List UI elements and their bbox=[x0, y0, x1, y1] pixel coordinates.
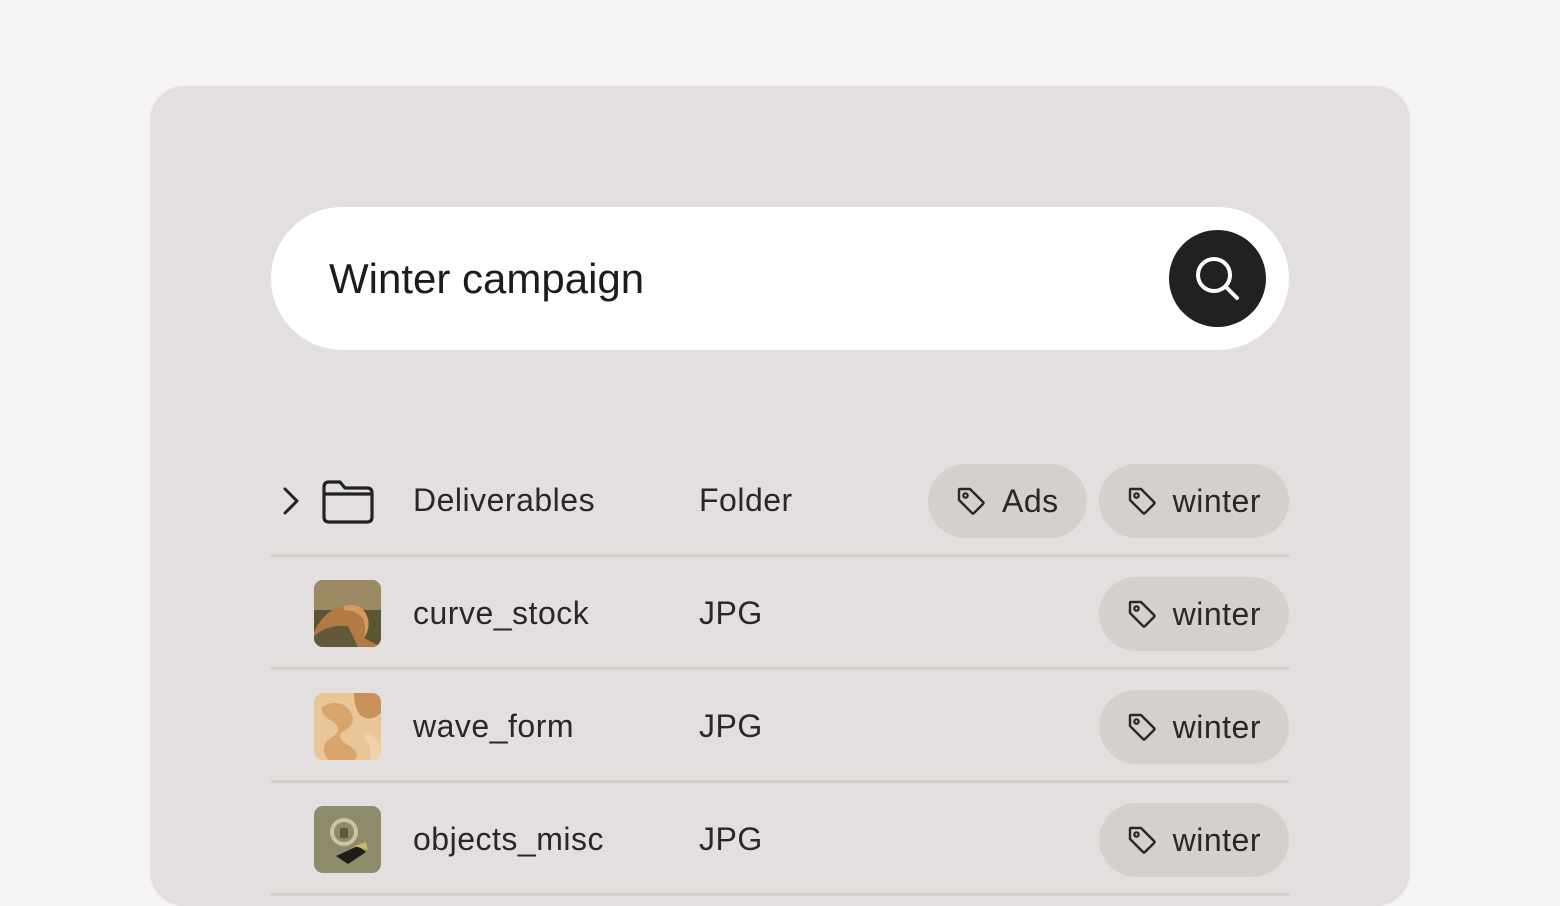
tag-icon bbox=[1128, 826, 1156, 854]
list-item[interactable]: objects_misc JPG winter bbox=[271, 783, 1289, 896]
search-panel: Deliverables Folder Ads winter bbox=[150, 86, 1410, 906]
image-thumbnail bbox=[314, 806, 381, 873]
item-tags: winter bbox=[1098, 690, 1289, 764]
search-icon bbox=[1195, 256, 1239, 300]
item-type: Folder bbox=[699, 482, 793, 518]
chevron-right-icon[interactable] bbox=[279, 486, 303, 516]
image-thumbnail bbox=[314, 693, 381, 760]
item-name: wave_form bbox=[413, 708, 574, 744]
item-type: JPG bbox=[699, 821, 763, 857]
tag-icon bbox=[1128, 487, 1156, 515]
tag-icon bbox=[957, 487, 985, 515]
folder-icon bbox=[322, 480, 374, 524]
tag-chip[interactable]: winter bbox=[1098, 464, 1289, 538]
search-bar bbox=[271, 207, 1289, 350]
tag-label: winter bbox=[1172, 595, 1261, 632]
tag-icon bbox=[1128, 713, 1156, 741]
tag-label: winter bbox=[1172, 708, 1261, 745]
list-item[interactable]: Deliverables Folder Ads winter bbox=[271, 444, 1289, 557]
list-item[interactable]: wave_form JPG winter bbox=[271, 670, 1289, 783]
tag-label: winter bbox=[1172, 821, 1261, 858]
item-tags: winter bbox=[1098, 803, 1289, 877]
tag-chip[interactable]: Ads bbox=[928, 464, 1087, 538]
results-list: Deliverables Folder Ads winter curve_sto… bbox=[271, 444, 1289, 896]
item-type: JPG bbox=[699, 708, 763, 744]
item-name: Deliverables bbox=[413, 482, 596, 518]
item-name: objects_misc bbox=[413, 821, 604, 857]
item-name: curve_stock bbox=[413, 595, 590, 631]
tag-chip[interactable]: winter bbox=[1098, 690, 1289, 764]
search-input[interactable] bbox=[329, 251, 1149, 307]
item-tags: Ads winter bbox=[928, 464, 1289, 538]
search-button[interactable] bbox=[1169, 230, 1266, 327]
item-type: JPG bbox=[699, 595, 763, 631]
tag-label: winter bbox=[1172, 482, 1261, 519]
item-tags: winter bbox=[1098, 577, 1289, 651]
tag-chip[interactable]: winter bbox=[1098, 803, 1289, 877]
tag-icon bbox=[1128, 600, 1156, 628]
tag-chip[interactable]: winter bbox=[1098, 577, 1289, 651]
list-item[interactable]: curve_stock JPG winter bbox=[271, 557, 1289, 670]
tag-label: Ads bbox=[1002, 482, 1059, 519]
image-thumbnail bbox=[314, 580, 381, 647]
